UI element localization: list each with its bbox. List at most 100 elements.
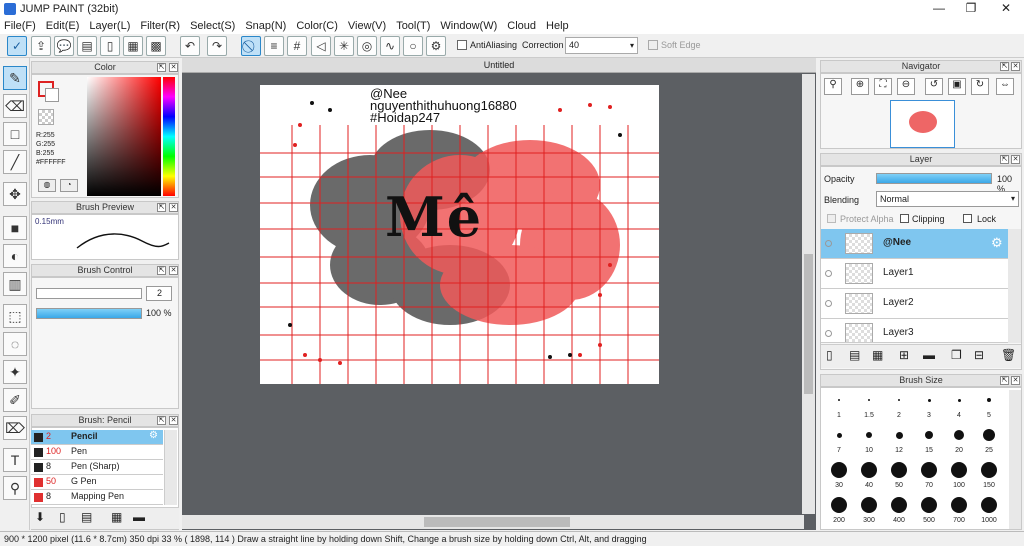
download-icon[interactable]: ⬇ — [35, 510, 45, 524]
horizontal-scroll-thumb[interactable] — [424, 517, 570, 527]
new-brush-icon[interactable]: ▯ — [59, 510, 66, 524]
flip-icon[interactable]: ⇔ — [996, 78, 1014, 95]
brush-size-slider[interactable] — [36, 288, 142, 299]
document-icon[interactable]: ▦ — [123, 36, 143, 56]
float-icon[interactable]: ⇱ — [157, 203, 166, 212]
brush-item-pen[interactable]: 100 Pen — [31, 445, 163, 460]
transparent-color-swatch[interactable] — [38, 109, 54, 125]
antialiasing-checkbox[interactable] — [457, 40, 467, 50]
brush-size-option[interactable]: 25 — [974, 426, 1004, 454]
select-rect-tool-icon[interactable]: ⬚ — [3, 304, 27, 328]
rotate-left-icon[interactable]: ↺ — [925, 78, 943, 95]
gear-icon[interactable]: ⚙ — [991, 235, 1003, 251]
cloud-save-icon[interactable]: ✓ — [7, 36, 27, 56]
brush-tool-icon[interactable]: ✎ — [3, 66, 27, 90]
palette-icon[interactable]: ◍ — [38, 179, 56, 192]
vertical-scrollbar[interactable] — [802, 74, 815, 514]
float-icon[interactable]: ⇱ — [1000, 62, 1009, 71]
lock-checkbox[interactable] — [963, 214, 972, 223]
visibility-toggle[interactable] — [825, 240, 832, 247]
undo-icon[interactable]: ↶ — [180, 36, 200, 56]
new-layer-1bit-icon[interactable]: ▦ — [872, 348, 883, 362]
close-button[interactable]: ✕ — [990, 0, 1022, 17]
magic-wand-tool-icon[interactable]: ✦ — [3, 360, 27, 384]
menu-view[interactable]: View(V) — [348, 20, 386, 32]
menu-color[interactable]: Color(C) — [296, 20, 338, 32]
brush-size-option[interactable]: 5 — [974, 391, 1004, 419]
fit-icon[interactable]: ⛶ — [874, 78, 892, 95]
brush-item-pencil[interactable]: 2 Pencil ⚙ — [31, 430, 163, 445]
menu-select[interactable]: Select(S) — [190, 20, 235, 32]
fill-rect-tool-icon[interactable]: ■ — [3, 216, 27, 240]
snap-grid-icon[interactable]: # — [287, 36, 307, 56]
float-icon[interactable]: ⇱ — [1000, 155, 1009, 164]
gradient-tool-icon[interactable]: ▥ — [3, 272, 27, 296]
brush-size-option[interactable]: 100 — [944, 461, 974, 489]
menu-help[interactable]: Help — [546, 20, 569, 32]
menu-edit[interactable]: Edit(E) — [46, 20, 80, 32]
brush-size-option[interactable]: 4 — [944, 391, 974, 419]
menu-tool[interactable]: Tool(T) — [396, 20, 430, 32]
lasso-tool-icon[interactable]: ◌ — [3, 332, 27, 356]
snap-settings-icon[interactable]: ⚙ — [426, 36, 446, 56]
brush-opacity-slider[interactable] — [36, 308, 142, 319]
clipping-checkbox[interactable] — [900, 214, 909, 223]
brush-size-option[interactable]: 12 — [884, 426, 914, 454]
brush-size-option[interactable]: 200 — [824, 496, 854, 524]
visibility-toggle[interactable] — [825, 300, 832, 307]
brush-size-option[interactable]: 15 — [914, 426, 944, 454]
chat-icon[interactable]: ▤ — [77, 36, 97, 56]
soft-edge-checkbox[interactable] — [648, 40, 658, 50]
move-tool-icon[interactable]: ✥ — [3, 182, 27, 206]
snap-concentric-icon[interactable]: ◎ — [357, 36, 377, 56]
secondary-color-swatch[interactable] — [45, 88, 59, 102]
horizontal-scrollbar[interactable] — [182, 515, 804, 529]
visibility-toggle[interactable] — [825, 330, 832, 337]
menu-snap[interactable]: Snap(N) — [245, 20, 286, 32]
brush-size-scrollbar[interactable] — [1009, 390, 1021, 529]
text-tool-icon[interactable]: T — [3, 448, 27, 472]
zoom-icon[interactable]: ⚲ — [824, 78, 842, 95]
layer-row[interactable]: @Nee ⚙ — [821, 229, 1008, 259]
layer-row[interactable]: Layer1 — [821, 259, 1008, 289]
snap-curve-icon[interactable]: ∿ — [380, 36, 400, 56]
eyedropper-icon[interactable]: ◔ — [60, 179, 78, 192]
brush-size-option[interactable]: 7 — [824, 426, 854, 454]
color-saturation-field[interactable] — [87, 77, 161, 196]
new-layer-icon[interactable]: ▯ — [826, 348, 833, 362]
layer-row[interactable]: Layer3 — [821, 319, 1008, 343]
redo-icon[interactable]: ↷ — [207, 36, 227, 56]
protect-alpha-checkbox[interactable] — [827, 214, 836, 223]
select-pen-tool-icon[interactable]: ✐ — [3, 388, 27, 412]
brush-size-option[interactable]: 70 — [914, 461, 944, 489]
layer-row[interactable]: Layer2 — [821, 289, 1008, 319]
brush-size-option[interactable]: 1.5 — [854, 391, 884, 419]
close-icon[interactable]: ✕ — [1011, 155, 1020, 164]
vertical-scroll-thumb[interactable] — [804, 254, 813, 394]
menu-window[interactable]: Window(W) — [440, 20, 497, 32]
brush-size-option[interactable]: 300 — [854, 496, 884, 524]
menu-file[interactable]: File(F) — [4, 20, 36, 32]
brush-item-g-pen[interactable]: 50 G Pen — [31, 475, 163, 490]
brush-size-field[interactable]: 2 — [146, 286, 172, 301]
snap-off-icon[interactable]: ⃠ — [241, 36, 261, 56]
brush-size-option[interactable]: 10 — [854, 426, 884, 454]
select-eraser-tool-icon[interactable]: ⌦ — [3, 416, 27, 440]
correction-select[interactable]: 40 ▾ — [565, 37, 638, 54]
float-icon[interactable]: ⇱ — [1000, 376, 1009, 385]
close-icon[interactable]: ✕ — [1011, 376, 1020, 385]
close-icon[interactable]: ✕ — [169, 63, 178, 72]
zoom-out-icon[interactable]: ⊖ — [897, 78, 915, 95]
snap-radial-icon[interactable]: ✳ — [334, 36, 354, 56]
close-icon[interactable]: ✕ — [1011, 62, 1020, 71]
blending-select[interactable]: Normal ▾ — [876, 191, 1019, 207]
layer-list-scrollbar[interactable] — [1008, 229, 1021, 343]
navigator-thumbnail[interactable] — [890, 100, 955, 148]
page-icon[interactable]: ▯ — [100, 36, 120, 56]
brush-size-option[interactable]: 700 — [944, 496, 974, 524]
rotate-right-icon[interactable]: ↻ — [971, 78, 989, 95]
minimize-button[interactable]: — — [923, 0, 955, 17]
eyedropper-tool-icon[interactable]: ⚲ — [3, 476, 27, 500]
zoom-in-icon[interactable]: ⊕ — [851, 78, 869, 95]
grid-icon[interactable]: ▩ — [146, 36, 166, 56]
